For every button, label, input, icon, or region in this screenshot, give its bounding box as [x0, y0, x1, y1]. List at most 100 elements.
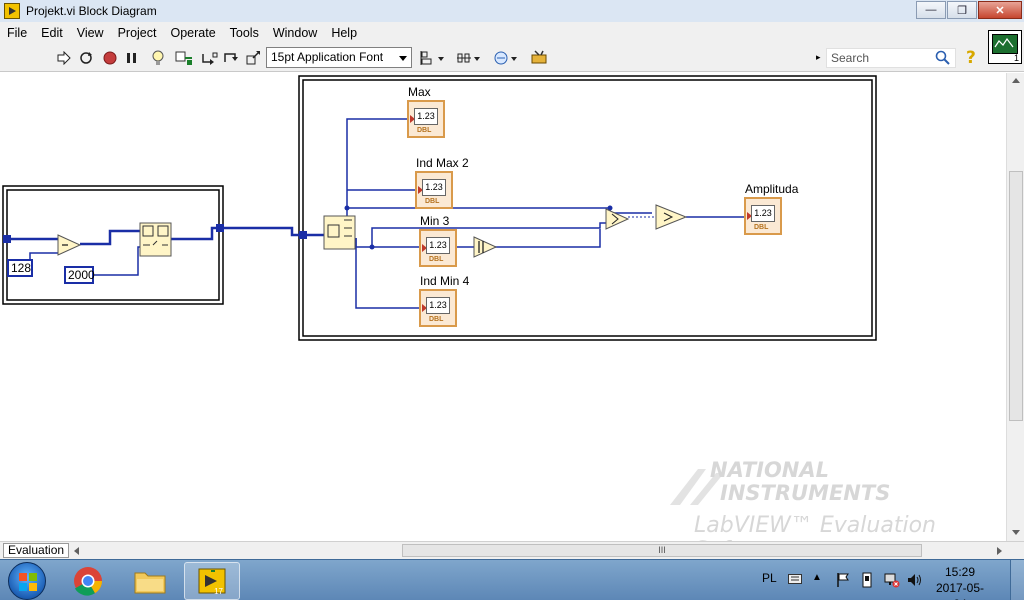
- scroll-right-icon[interactable]: [997, 547, 1002, 555]
- dbl-tag: DBL: [425, 198, 440, 205]
- menu-project[interactable]: Project: [111, 22, 164, 44]
- device-icon[interactable]: [860, 572, 874, 591]
- run-continuously-icon[interactable]: [76, 49, 96, 67]
- menu-tools[interactable]: Tools: [223, 22, 266, 44]
- context-help-icon[interactable]: ?: [966, 48, 982, 68]
- scroll-up-icon[interactable]: [1012, 78, 1020, 83]
- horizontal-scroll-thumb[interactable]: III: [402, 544, 922, 557]
- font-select-value: 15pt Application Font: [271, 50, 384, 64]
- abort-icon[interactable]: [100, 49, 120, 67]
- labview-app-icon[interactable]: [4, 3, 20, 19]
- indicator-ind-min[interactable]: 1.23 DBL: [419, 289, 457, 327]
- array-max-min-node[interactable]: [323, 215, 356, 250]
- wire[interactable]: [355, 238, 420, 309]
- highlight-execution-icon[interactable]: [148, 49, 168, 67]
- indicator-ind-max[interactable]: 1.23 DBL: [415, 171, 453, 209]
- system-clock[interactable]: 15:29 2017-05-24: [930, 564, 990, 600]
- start-button[interactable]: [8, 562, 46, 600]
- cleanup-diagram-icon[interactable]: [528, 49, 552, 67]
- build-array-node[interactable]: [139, 222, 172, 257]
- constant-2000[interactable]: 2000: [64, 266, 95, 284]
- scroll-down-icon[interactable]: [1012, 530, 1020, 535]
- menu-file[interactable]: File: [0, 22, 34, 44]
- menu-bar: File Edit View Project Operate Tools Win…: [0, 22, 1024, 44]
- left-loop-outer[interactable]: [2, 185, 224, 305]
- greater-than-node[interactable]: [605, 208, 630, 230]
- windows-logo-icon: [19, 573, 37, 591]
- labview-window: Projekt.vi Block Diagram — ❐ ✕ File Edit…: [0, 0, 1024, 600]
- indicator-amplituda[interactable]: 1.23 DBL: [744, 197, 782, 235]
- label-ind-min[interactable]: Ind Min 4: [420, 274, 469, 288]
- show-desktop-button[interactable]: [1010, 560, 1024, 600]
- subtract-node[interactable]: [57, 234, 82, 256]
- close-button[interactable]: ✕: [978, 1, 1022, 19]
- language-indicator[interactable]: PL: [762, 571, 777, 585]
- dbl-tag: DBL: [429, 316, 444, 323]
- step-over-icon[interactable]: [222, 49, 242, 67]
- menu-edit[interactable]: Edit: [34, 22, 70, 44]
- taskbar-explorer[interactable]: [122, 562, 178, 600]
- tunnel-left-in[interactable]: [3, 235, 11, 243]
- step-out-icon[interactable]: [244, 49, 264, 67]
- constant-128[interactable]: 128: [7, 259, 33, 277]
- absolute-value-node[interactable]: [473, 236, 498, 258]
- label-ind-max[interactable]: Ind Max 2: [416, 156, 469, 170]
- wire[interactable]: [80, 229, 140, 246]
- menu-help[interactable]: Help: [324, 22, 364, 44]
- indicator-min[interactable]: 1.23 DBL: [419, 229, 457, 267]
- volume-icon[interactable]: [906, 572, 922, 591]
- dbl-tag: DBL: [754, 224, 769, 231]
- taskbar-labview[interactable]: 17: [184, 562, 240, 600]
- reorder-icon[interactable]: [493, 49, 519, 67]
- indicator-display: 1.23: [751, 205, 775, 222]
- align-objects-icon[interactable]: [420, 49, 446, 67]
- title-bar: Projekt.vi Block Diagram — ❐ ✕: [0, 0, 1024, 22]
- application-context[interactable]: Evaluation: [3, 543, 70, 558]
- run-arrow-icon[interactable]: [54, 49, 74, 67]
- indicator-display: 1.23: [426, 297, 450, 314]
- scroll-left-icon[interactable]: [74, 547, 79, 555]
- search-icon[interactable]: [935, 50, 951, 71]
- retain-wire-values-icon[interactable]: [174, 49, 194, 67]
- select-node[interactable]: [655, 204, 688, 230]
- tray-expand-icon[interactable]: ▲: [812, 572, 822, 583]
- label-min[interactable]: Min 3: [420, 214, 449, 228]
- wire-junction: [369, 244, 375, 250]
- label-max[interactable]: Max: [408, 85, 431, 99]
- block-diagram-canvas[interactable]: NATIONAL INSTRUMENTS LabVIEW™ Evaluation…: [0, 73, 1006, 563]
- clock-time: 15:29: [944, 565, 976, 579]
- flag-icon[interactable]: [836, 572, 850, 591]
- menu-operate[interactable]: Operate: [163, 22, 222, 44]
- maximize-button[interactable]: ❐: [947, 1, 977, 19]
- minimize-button[interactable]: —: [916, 1, 946, 19]
- window-controls: — ❐ ✕: [916, 1, 1022, 19]
- wire[interactable]: [171, 226, 220, 241]
- wire[interactable]: [355, 238, 420, 248]
- keyboard-icon[interactable]: [788, 573, 802, 587]
- menu-view[interactable]: View: [70, 22, 111, 44]
- pause-icon[interactable]: [122, 49, 142, 67]
- wire[interactable]: [494, 229, 601, 248]
- wire[interactable]: [346, 118, 407, 221]
- wire[interactable]: [29, 252, 58, 265]
- taskbar: 17 PL ▲ 15:29 2017-05-24: [0, 559, 1024, 600]
- wire-junction: [344, 205, 350, 211]
- font-select[interactable]: 15pt Application Font: [266, 47, 412, 68]
- wire[interactable]: [94, 246, 140, 276]
- left-loop-inner: [6, 189, 220, 301]
- vertical-scrollbar[interactable]: [1006, 73, 1024, 541]
- indicator-max[interactable]: 1.23 DBL: [407, 100, 445, 138]
- taskbar-chrome[interactable]: [60, 562, 116, 600]
- wire[interactable]: [224, 226, 324, 237]
- vertical-scroll-thumb[interactable]: [1009, 171, 1023, 421]
- step-into-icon[interactable]: [200, 49, 220, 67]
- wire[interactable]: [371, 222, 608, 247]
- search-input[interactable]: Search: [826, 48, 956, 68]
- chevron-down-icon: [399, 56, 407, 61]
- search-expand-icon[interactable]: ▸: [816, 52, 821, 63]
- vi-icon[interactable]: 1: [988, 30, 1022, 64]
- distribute-objects-icon[interactable]: [456, 49, 482, 67]
- menu-window[interactable]: Window: [266, 22, 324, 44]
- label-amplituda[interactable]: Amplituda: [745, 182, 798, 196]
- network-icon[interactable]: [884, 572, 900, 591]
